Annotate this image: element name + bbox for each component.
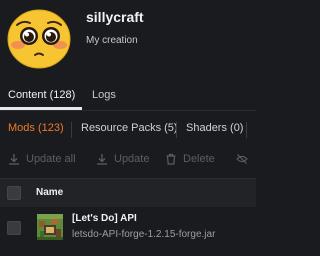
trash-icon xyxy=(166,153,176,165)
update-button[interactable]: Update xyxy=(96,153,149,165)
tab-content[interactable]: Content (128) xyxy=(8,89,75,101)
content-type-tabs: Mods (123) Resource Packs (5) Shaders (0… xyxy=(0,116,256,144)
table-header: Name xyxy=(0,178,256,207)
instance-header: sillycraft My creation xyxy=(0,0,256,76)
subtab-divider xyxy=(176,122,177,138)
column-header-name[interactable]: Name xyxy=(36,187,63,198)
active-tab-indicator xyxy=(0,107,82,110)
update-all-button[interactable]: Update all xyxy=(8,153,76,165)
table-row[interactable]: [Let's Do] API letsdo-API-forge-1.2.15-f… xyxy=(0,206,256,250)
subtab-shaders[interactable]: Shaders (0) xyxy=(186,122,243,134)
download-icon xyxy=(9,154,19,165)
subtab-divider xyxy=(71,122,72,138)
eye-off-icon xyxy=(236,154,248,164)
mod-icon xyxy=(37,214,63,240)
tab-logs[interactable]: Logs xyxy=(92,89,116,101)
main-tabs: Content (128) Logs xyxy=(0,82,256,111)
subtab-mods[interactable]: Mods (123) xyxy=(8,122,64,134)
instance-subtitle: My creation xyxy=(86,35,138,46)
instance-title: sillycraft xyxy=(86,9,144,25)
update-all-label: Update all xyxy=(26,153,76,165)
action-toolbar: Update all Update Delete xyxy=(0,150,256,172)
delete-label: Delete xyxy=(183,153,215,165)
hide-button[interactable] xyxy=(236,153,254,165)
delete-button[interactable]: Delete xyxy=(165,153,215,165)
update-label: Update xyxy=(114,153,150,165)
mod-filename: letsdo-API-forge-1.2.15-forge.jar xyxy=(72,229,216,240)
row-checkbox[interactable] xyxy=(7,221,21,235)
mod-name: [Let's Do] API xyxy=(72,213,137,224)
subtab-resource-packs[interactable]: Resource Packs (5) xyxy=(81,122,178,134)
pleading-face-emoji-icon xyxy=(7,9,71,69)
select-all-checkbox[interactable] xyxy=(7,186,21,200)
download-icon xyxy=(97,154,107,165)
subtab-divider xyxy=(246,122,247,138)
